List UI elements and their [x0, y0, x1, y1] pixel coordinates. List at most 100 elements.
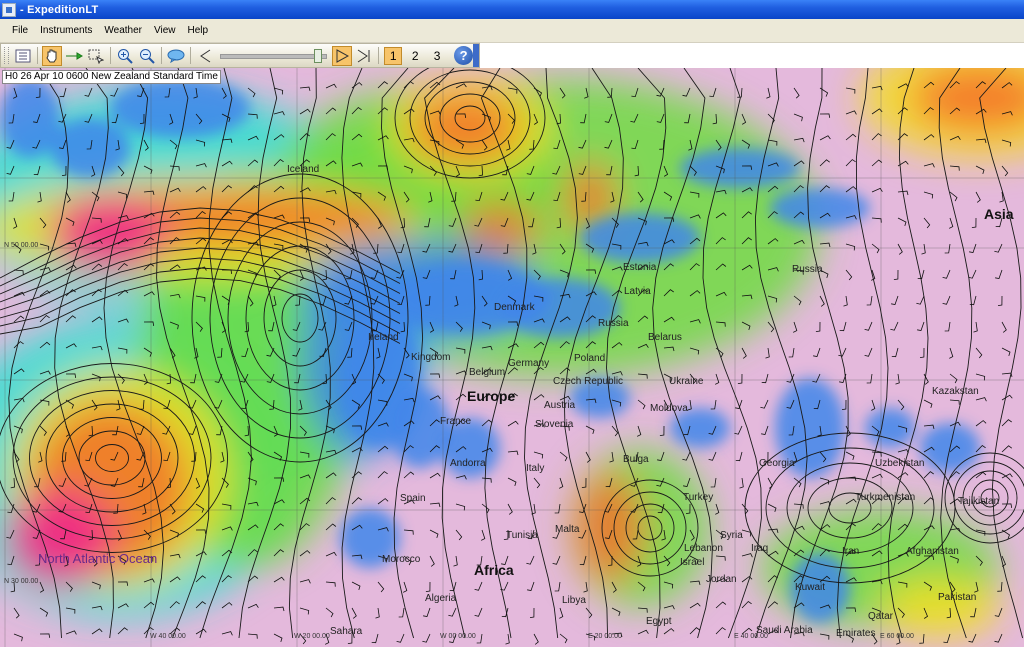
grid-label-e60: E 60 00.00 [880, 633, 914, 640]
light-wind-area [770, 188, 870, 228]
toolbar-separator [109, 47, 111, 64]
zoom-out-icon [139, 48, 155, 64]
map-label-iceland: Iceland [287, 164, 320, 175]
map-label-saudi-arabia: Saudi Arabia [756, 625, 813, 636]
menu-weather[interactable]: Weather [98, 19, 148, 42]
map-label-kazakhstan: Kazakstan [932, 386, 979, 397]
pan-button[interactable] [41, 45, 62, 66]
map-label-ukraine: Ukraine [669, 376, 704, 387]
map-label-malta: Malta [555, 524, 580, 535]
grid-label-e20: E 20 00.00 [588, 633, 622, 640]
map-label-russia-west: Russia [598, 318, 629, 329]
step-forward-icon [357, 49, 370, 62]
select-rect-icon [88, 49, 104, 64]
light-wind-area [680, 148, 800, 188]
map-label-algeria: Algeria [425, 593, 457, 604]
help-button[interactable]: ? [454, 46, 474, 65]
weather-map[interactable]: N 50 00.00 N 30 00.00 W 40 00.00 W 20 00… [0, 68, 1024, 647]
map-label-europe: Europe [467, 388, 516, 404]
toolbar-overflow[interactable] [473, 44, 480, 67]
light-wind-area [390, 388, 450, 468]
step-back-button[interactable] [195, 46, 215, 66]
map-label-russia-east: Russia [792, 264, 823, 275]
zoom-out-button[interactable] [137, 46, 157, 66]
map-label-iraq: Iraq [751, 543, 769, 554]
map-label-latvia: Latvia [624, 286, 651, 297]
list-icon [15, 49, 31, 62]
play-icon [336, 48, 350, 63]
map-label-lebanon: Lebanon [684, 543, 723, 554]
window-title: - ExpeditionLT [20, 3, 99, 16]
slider-thumb[interactable] [313, 48, 322, 63]
map-label-poland: Poland [574, 353, 606, 364]
play-button[interactable] [332, 45, 353, 66]
map-label-italy: Italy [526, 463, 545, 474]
grid-label-n30: N 30 00.00 [4, 578, 39, 585]
map-label-iran: Iran [842, 546, 860, 557]
toolbar-separator [189, 47, 191, 64]
map-label-jordan: Jordan [706, 574, 737, 585]
map-label-spain: Spain [400, 493, 426, 504]
menu-file[interactable]: File [0, 19, 34, 42]
map-label-libya: Libya [562, 595, 586, 606]
zoom-in-button[interactable] [115, 46, 135, 66]
map-label-sahara: Sahara [330, 626, 363, 637]
select-button[interactable] [86, 46, 106, 66]
map-label-tunisia: Tunisia [506, 530, 538, 541]
map-label-kingdom: Kingdom [411, 352, 451, 363]
zoom-in-icon [117, 48, 133, 64]
light-wind-area [670, 408, 730, 448]
grid-label-w40: W 40 00.00 [150, 633, 186, 640]
toolbar: 1 2 3 ? [0, 43, 480, 68]
grid-label-w20: W 20 00.00 [294, 633, 330, 640]
map-label-emirates: Emirates [836, 628, 876, 639]
arrow-icon [65, 51, 83, 60]
toolbar-grip[interactable] [4, 47, 9, 64]
time-slider[interactable] [219, 47, 328, 65]
title-bar: - ExpeditionLT [0, 0, 1024, 19]
page-1-button[interactable]: 1 [384, 46, 403, 65]
map-label-france: France [440, 416, 472, 427]
grid-label-n50: N 50 00.00 [4, 242, 39, 249]
map-label-andorra: Andorra [450, 458, 486, 469]
map-label-morocco: Morocco [382, 554, 421, 565]
wind-blob [575, 473, 645, 583]
page-3-button[interactable]: 3 [428, 47, 446, 65]
light-wind-area [580, 213, 700, 263]
menu-view[interactable]: View [148, 19, 182, 42]
wind-button[interactable] [166, 46, 186, 66]
map-label-kuwait: Kuwait [795, 582, 826, 593]
map-label-israel: Israel [680, 557, 705, 568]
toolbar-separator [378, 47, 380, 64]
map-label-germany: Germany [508, 358, 550, 369]
step-forward-button[interactable] [354, 46, 374, 66]
map-label-ireland: Ireland [368, 332, 399, 343]
list-button[interactable] [13, 46, 33, 66]
map-label-slovenia: Slovenia [535, 419, 574, 430]
grid-label-w0: W 00 00.00 [440, 633, 476, 640]
map-label-austria: Austria [544, 400, 576, 411]
map-label-africa: Africa [474, 562, 514, 578]
menu-instruments[interactable]: Instruments [34, 19, 98, 42]
map-label-georgia: Georgia [759, 458, 795, 469]
map-label-north-atlantic: North Atlantic Ocean [38, 551, 158, 566]
map-label-belarus: Belarus [648, 332, 682, 343]
map-label-bulgaria: Bulga [623, 454, 649, 465]
map-label-syria: Syria [720, 530, 743, 541]
menu-help[interactable]: Help [182, 19, 215, 42]
route-button[interactable] [64, 46, 84, 66]
map-label-czech: Czech Republic [553, 376, 624, 387]
wind-icon [167, 49, 185, 63]
map-label-turkmenistan: Turkmenistan [855, 492, 916, 503]
light-wind-area [865, 408, 915, 448]
hand-icon [46, 49, 57, 62]
map-label-moldova: Moldova [650, 403, 688, 414]
map-label-belgium: Belgium [469, 367, 506, 378]
map-label-pakistan: Pakistan [938, 592, 977, 603]
map-label-uzbekistan: Uzbekistan [875, 458, 925, 469]
page-2-button[interactable]: 2 [406, 47, 424, 65]
map-label-estonia: Estonia [623, 262, 657, 273]
map-label-qatar: Qatar [868, 611, 894, 622]
help-icon: ? [459, 48, 468, 63]
app-icon [2, 2, 16, 17]
